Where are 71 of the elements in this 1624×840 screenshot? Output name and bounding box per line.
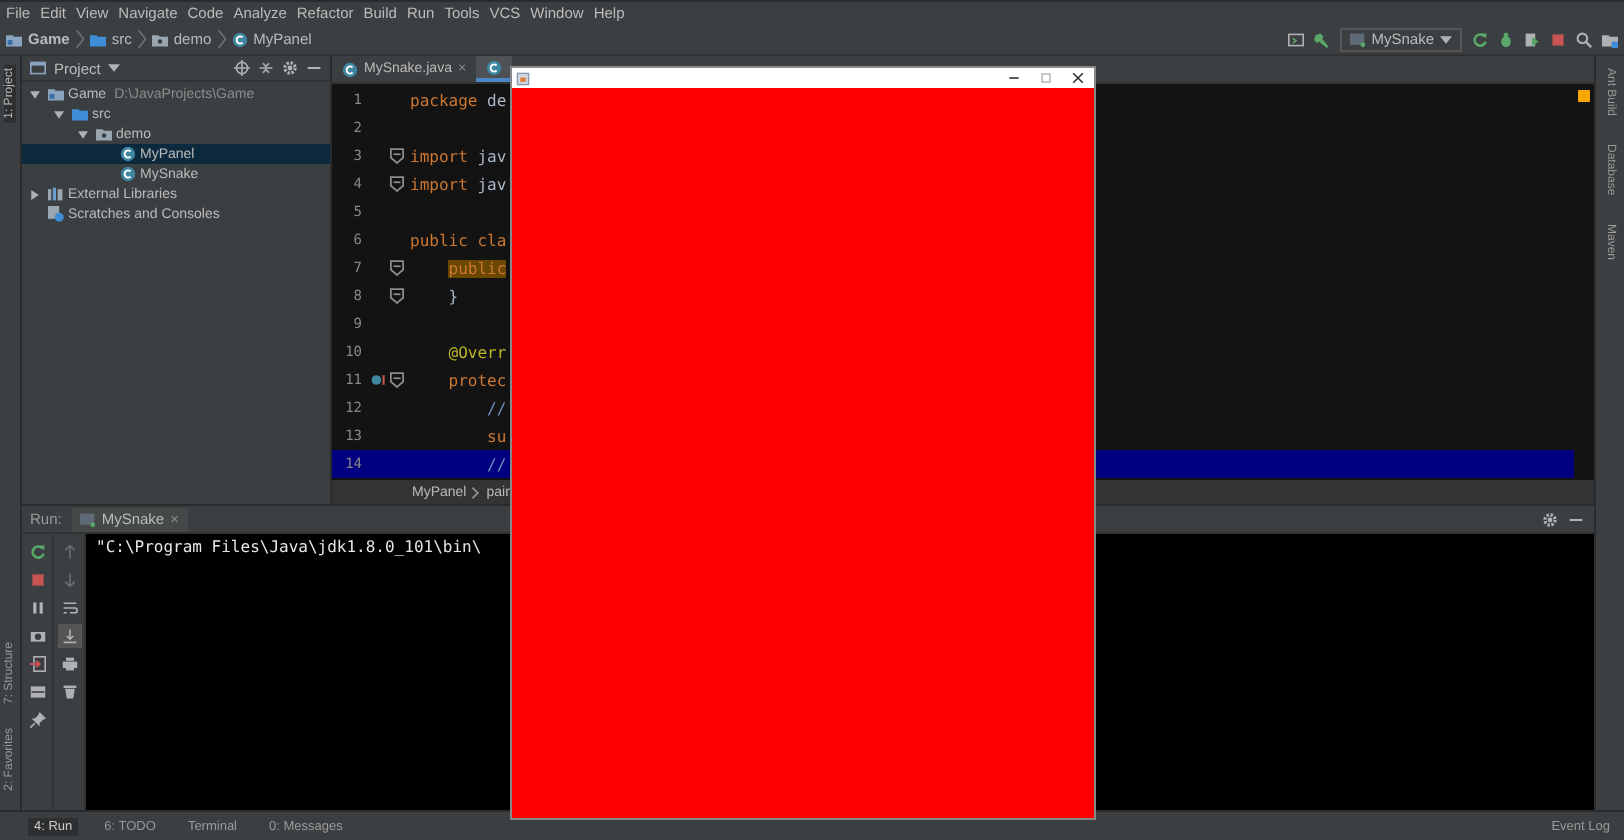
chevron-icon [75,30,84,48]
target-icon[interactable] [234,60,250,76]
collapse-arrow-icon[interactable] [30,189,40,199]
expand-arrow-icon[interactable] [78,129,88,139]
library-icon [48,186,64,202]
folder-icon [89,31,106,47]
caret-icon [1440,35,1452,43]
code-text: // [487,399,507,417]
folder-icon[interactable] [1602,31,1618,47]
code-text: public cla [410,231,507,249]
camera-icon[interactable] [29,628,45,644]
class-icon [231,31,248,47]
hammer-icon[interactable] [1313,31,1330,47]
search-icon[interactable] [1576,31,1592,47]
code-text: su [487,427,507,445]
package-folder-icon [96,126,112,142]
class-icon [342,61,358,77]
override-icon[interactable] [370,372,386,388]
fold-icon[interactable] [390,288,404,304]
scratches-icon [48,206,64,222]
rerun-icon[interactable] [29,544,45,560]
code-text: import jav [410,147,507,165]
folder-icon [72,106,88,122]
pause-icon[interactable] [29,600,45,616]
fold-icon[interactable] [390,372,404,388]
module-folder-icon [48,86,64,102]
code-text: // [487,455,507,473]
chevron-icon [137,30,146,48]
collapse-all-icon[interactable] [258,60,274,76]
expand-arrow-icon[interactable] [30,89,40,99]
warning-marker[interactable] [1578,90,1590,102]
java-icon [516,71,530,85]
code-text: protec [448,371,507,389]
stop-icon[interactable] [1550,31,1566,47]
stop-icon[interactable] [29,572,45,588]
class-icon [120,166,136,182]
print-icon[interactable] [61,656,77,672]
trash-icon[interactable] [61,684,77,700]
fold-icon[interactable] [390,148,404,164]
editor-tab[interactable] [476,56,513,82]
code-text: public [448,259,507,277]
module-folder-icon [6,31,22,47]
console-line: "C:\Program Files\Java\jdk1.8.0_101\bin\ [96,538,484,556]
class-icon [120,146,136,162]
project-icon [30,60,46,76]
app-icon [1349,31,1366,47]
app-icon [79,511,96,527]
coverage-icon[interactable] [1524,31,1540,47]
bug-icon[interactable] [1498,31,1514,47]
settings-icon[interactable] [1542,511,1558,527]
rerun-icon[interactable] [1472,31,1488,47]
settings-icon[interactable] [282,60,298,76]
scroll-to-end-icon[interactable] [61,628,77,644]
package-folder-icon [151,31,168,47]
code-text: @Overr [448,343,507,361]
window-icon[interactable] [1287,31,1304,47]
code-text: package de [410,91,507,109]
class-icon [486,59,503,75]
pin-icon[interactable] [29,712,45,728]
exit-icon[interactable] [29,656,45,672]
expand-arrow-icon[interactable] [54,109,64,119]
chevron-icon [472,483,481,501]
fold-icon[interactable] [390,260,404,276]
soft-wrap-icon[interactable] [61,600,77,616]
fold-icon[interactable] [390,176,404,192]
close-icon[interactable] [1070,70,1086,86]
layout-icon[interactable] [29,684,45,700]
chevron-icon [217,30,226,48]
code-text: import jav [410,175,507,193]
caret-icon[interactable] [108,64,121,72]
code-text: } [448,287,459,305]
